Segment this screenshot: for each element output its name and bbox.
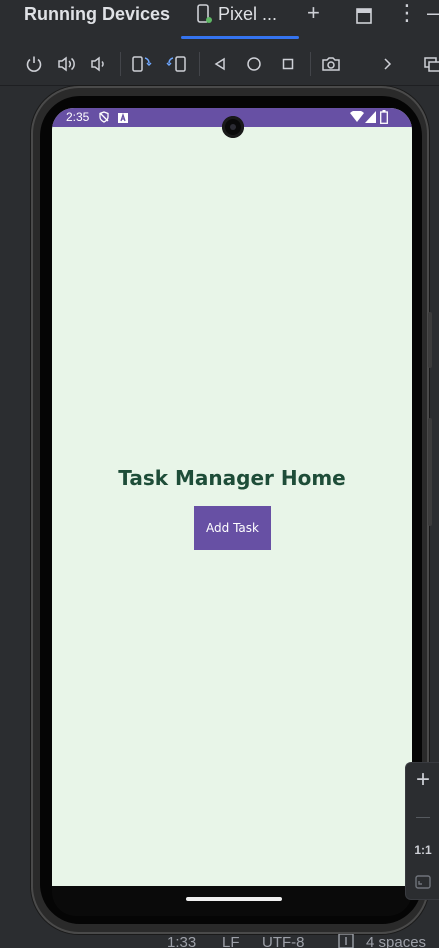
- chevron-right-icon[interactable]: [376, 53, 398, 75]
- add-tab-icon[interactable]: +: [307, 2, 320, 24]
- tool-window-title: Running Devices: [24, 4, 171, 24]
- overview-icon[interactable]: [277, 53, 299, 75]
- readonly-toggle-icon[interactable]: [338, 934, 354, 948]
- device-tab-pixel[interactable]: Pixel ...: [196, 4, 277, 34]
- file-encoding[interactable]: UTF-8: [262, 934, 305, 948]
- line-ending[interactable]: LF: [222, 934, 240, 948]
- back-icon[interactable]: [209, 53, 231, 75]
- shield-icon: [98, 111, 110, 126]
- volume-up-icon[interactable]: [56, 53, 78, 75]
- actual-size-button[interactable]: 1:1: [406, 835, 439, 865]
- phone-power-button: [428, 312, 432, 368]
- signal-icon: [365, 111, 376, 126]
- device-tab-label: Pixel ...: [218, 4, 278, 24]
- zoom-out-icon[interactable]: —: [406, 801, 439, 831]
- battery-icon: [380, 110, 388, 127]
- volume-down-icon[interactable]: [88, 53, 110, 75]
- device-toolbar: [0, 43, 439, 86]
- phone-volume-button: [428, 418, 432, 526]
- android-nav-bar: [52, 886, 412, 916]
- toolbar-separator: [120, 52, 121, 76]
- screenshot-icon[interactable]: [320, 53, 342, 75]
- power-icon[interactable]: [23, 53, 45, 75]
- toolbar-separator: [199, 52, 200, 76]
- fit-screen-icon[interactable]: [406, 867, 439, 897]
- front-camera: [222, 116, 244, 138]
- gesture-handle[interactable]: [186, 897, 282, 901]
- device-phone-icon: [196, 4, 212, 29]
- hide-panel-icon[interactable]: —: [427, 2, 439, 24]
- rotate-left-icon[interactable]: [131, 53, 153, 75]
- wifi-icon: [350, 110, 364, 126]
- more-options-icon[interactable]: ⋮: [396, 2, 418, 24]
- page-title: Task Manager Home: [118, 466, 346, 490]
- window-layout-icon[interactable]: [356, 6, 372, 28]
- home-icon[interactable]: [243, 53, 265, 75]
- tool-window-header: Running Devices Pixel ... + ⋮ —: [0, 0, 439, 39]
- indent-setting[interactable]: 4 spaces: [366, 934, 426, 948]
- device-screen[interactable]: 2:35 Task Manager Home Add Task: [52, 108, 412, 886]
- ide-status-bar: 1:33 LF UTF-8 4 spaces: [0, 934, 439, 948]
- status-time: 2:35: [66, 110, 90, 124]
- active-tab-indicator: [181, 36, 299, 39]
- zoom-in-icon[interactable]: +: [406, 765, 439, 795]
- cursor-position[interactable]: 1:33: [167, 934, 196, 948]
- rotate-right-icon[interactable]: [165, 53, 187, 75]
- notification-a-icon: [118, 112, 128, 126]
- zoom-panel: + — 1:1: [405, 762, 439, 900]
- toolbar-separator: [310, 52, 311, 76]
- mirror-icon[interactable]: [422, 53, 439, 75]
- add-task-button[interactable]: Add Task: [194, 506, 271, 550]
